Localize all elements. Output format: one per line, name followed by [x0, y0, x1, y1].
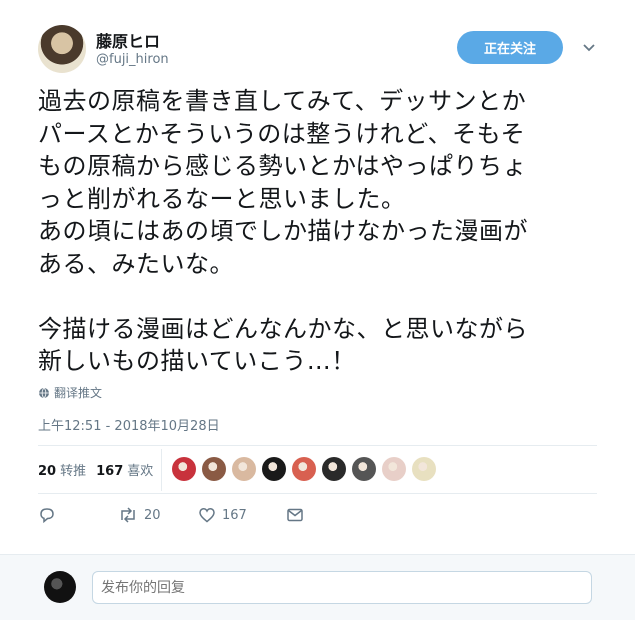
reply-button[interactable] — [38, 506, 118, 524]
envelope-icon — [287, 508, 303, 522]
like-count: 167 — [222, 507, 247, 523]
retweet-count: 20 — [144, 507, 161, 523]
author-handle[interactable]: @fuji_hiron — [96, 52, 169, 67]
translate-tweet-link[interactable]: 翻译推文 — [38, 384, 102, 401]
reply-icon — [40, 508, 54, 524]
globe-icon — [39, 387, 49, 398]
current-user-avatar[interactable] — [44, 571, 76, 603]
tweet-actions: 20 167 — [38, 506, 304, 524]
liker-avatar[interactable] — [412, 457, 436, 481]
following-button[interactable]: 正在关注 — [457, 31, 563, 64]
author-display-name[interactable]: 藤原ヒロ — [96, 28, 160, 52]
liker-avatar[interactable] — [352, 457, 376, 481]
retweet-button[interactable]: 20 — [118, 506, 198, 524]
liker-avatar[interactable] — [232, 457, 256, 481]
tweet-timestamp[interactable]: 上午12:51 - 2018年10月28日 — [38, 415, 220, 434]
divider — [38, 493, 597, 494]
direct-message-button[interactable] — [286, 506, 304, 524]
tweet-text: 過去の原稿を書き直してみて、デッサンとか パースとかそういうのは整うけれど、そも… — [38, 87, 528, 375]
liker-avatar[interactable] — [292, 457, 316, 481]
translate-label: 翻译推文 — [54, 386, 103, 400]
liker-avatar[interactable] — [202, 457, 226, 481]
like-stat[interactable]: 167 喜欢 — [96, 460, 153, 479]
like-button[interactable]: 167 — [198, 506, 286, 524]
divider — [161, 449, 162, 491]
liker-avatar[interactable] — [262, 457, 286, 481]
chevron-down-icon[interactable] — [581, 40, 597, 56]
liker-avatars — [172, 457, 436, 481]
retweet-stat[interactable]: 20 转推 — [38, 460, 86, 479]
reply-input[interactable] — [92, 571, 592, 604]
divider — [38, 445, 597, 446]
retweet-icon — [121, 507, 135, 523]
author-avatar[interactable] — [38, 25, 86, 73]
liker-avatar[interactable] — [172, 457, 196, 481]
liker-avatar[interactable] — [382, 457, 406, 481]
heart-icon — [199, 508, 215, 523]
tweet-stats: 20 转推 167 喜欢 — [38, 460, 153, 479]
liker-avatar[interactable] — [322, 457, 346, 481]
